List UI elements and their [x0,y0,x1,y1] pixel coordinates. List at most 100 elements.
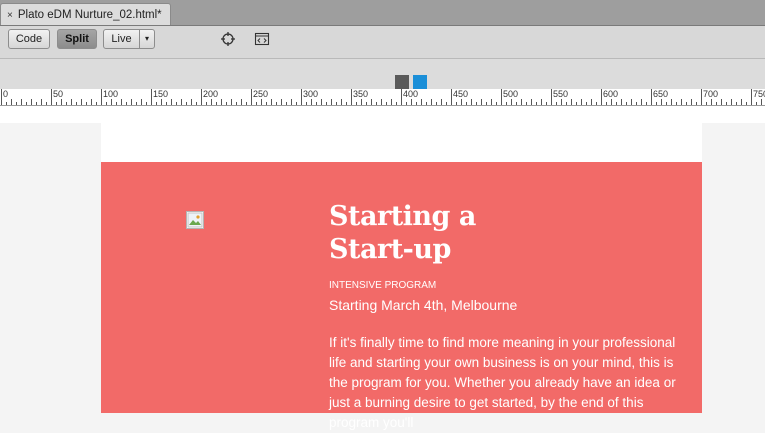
ruler-tick [756,102,757,105]
ruler-tick [411,99,412,105]
ruler-tick [726,102,727,105]
ruler-tick [731,99,732,105]
ruler-tick [21,99,22,105]
ruler-tick [696,102,697,105]
ruler-label: 50 [53,89,64,99]
ruler-tick [126,102,127,105]
media-query-marker[interactable] [395,75,409,89]
ruler-tick [166,102,167,105]
ruler-tick [556,102,557,105]
ruler-tick [546,102,547,105]
broken-image-icon[interactable] [186,211,204,229]
ruler-tick [661,99,662,105]
ruler-label: 100 [103,89,119,99]
ruler-tick [71,99,72,105]
ruler-tick [91,99,92,105]
split-view-button[interactable]: Split [57,29,97,49]
ruler-label: 450 [453,89,469,99]
ruler-tick [26,102,27,105]
ruler-tick [491,99,492,105]
ruler-tick [341,99,342,105]
ruler-label: 600 [603,89,619,99]
ruler-tick [186,102,187,105]
live-view-button[interactable]: Live [103,29,140,49]
ruler-label: 300 [303,89,319,99]
ruler-tick [671,99,672,105]
document-tab[interactable]: × Plato eDM Nurture_02.html* [0,3,171,25]
ruler-tick [691,99,692,105]
live-view-dropdown[interactable]: ▾ [139,29,155,49]
ruler-tick [236,102,237,105]
ruler-tick [261,99,262,105]
ruler-tick [331,99,332,105]
ruler-tick [121,99,122,105]
ruler-label: 250 [253,89,269,99]
hero-body-text: If it's finally time to find more meanin… [329,335,676,430]
ruler-tick [176,102,177,105]
ruler-tick [326,102,327,105]
ruler-label: 0 [3,89,9,99]
media-query-marker-selected[interactable] [413,75,427,89]
ruler-tick [241,99,242,105]
ruler-tick [116,102,117,105]
ruler-tick [721,99,722,105]
ruler-label: 150 [153,89,169,99]
ruler-tick [76,102,77,105]
ruler-tick [281,99,282,105]
ruler-tick [286,102,287,105]
hero-title: Starting a Start-up [329,201,476,265]
ruler-tick [536,102,537,105]
ruler-tick [371,99,372,105]
ruler-tick [271,99,272,105]
ruler-tick [581,99,582,105]
ruler-tick [566,102,567,105]
ruler-tick [61,99,62,105]
ruler-tick [486,102,487,105]
document-tab-bar: × Plato eDM Nurture_02.html* [0,0,765,26]
ruler-tick [431,99,432,105]
ruler-tick [686,102,687,105]
ruler-tick [681,99,682,105]
ruler-tick [181,99,182,105]
ruler-label: 500 [503,89,519,99]
ruler-tick [86,102,87,105]
ruler-tick [276,102,277,105]
ruler-tick [386,102,387,105]
ruler-tick [461,99,462,105]
ruler-tick [96,102,97,105]
ruler-tick [426,102,427,105]
ruler-tick [631,99,632,105]
ruler-tick [376,102,377,105]
ruler-tick [716,102,717,105]
ruler-tick [366,102,367,105]
horizontal-ruler: 0 50 100 150 200 250 300 350 400 450 500 550 600 650 7… [0,89,765,106]
ruler-tick [381,99,382,105]
ruler-tick [321,99,322,105]
close-tab-icon[interactable]: × [7,10,13,21]
ruler-tick [161,99,162,105]
ruler-tick [541,99,542,105]
ruler-tick [206,102,207,105]
ruler-tick [421,99,422,105]
crosshair-icon[interactable] [220,31,236,47]
ruler-tick [646,102,647,105]
ruler-tick [66,102,67,105]
ruler-label: 400 [403,89,419,99]
ruler-tick [496,102,497,105]
ruler-label: 650 [653,89,669,99]
document-tab-title: Plato eDM Nurture_02.html* [17,9,162,21]
media-query-bar [0,59,765,89]
ruler-tick [211,99,212,105]
ruler-tick [441,99,442,105]
ruler-tick [406,102,407,105]
ruler-tick [156,102,157,105]
program-date-line: Starting March 4th, Melbourne [329,297,518,313]
ruler-tick [106,102,107,105]
ruler-tick [356,102,357,105]
code-navigator-icon[interactable] [254,31,270,47]
ruler-tick [46,102,47,105]
code-view-button[interactable]: Code [8,29,50,49]
ruler-tick [456,102,457,105]
ruler-tick [171,99,172,105]
ruler-tick [191,99,192,105]
